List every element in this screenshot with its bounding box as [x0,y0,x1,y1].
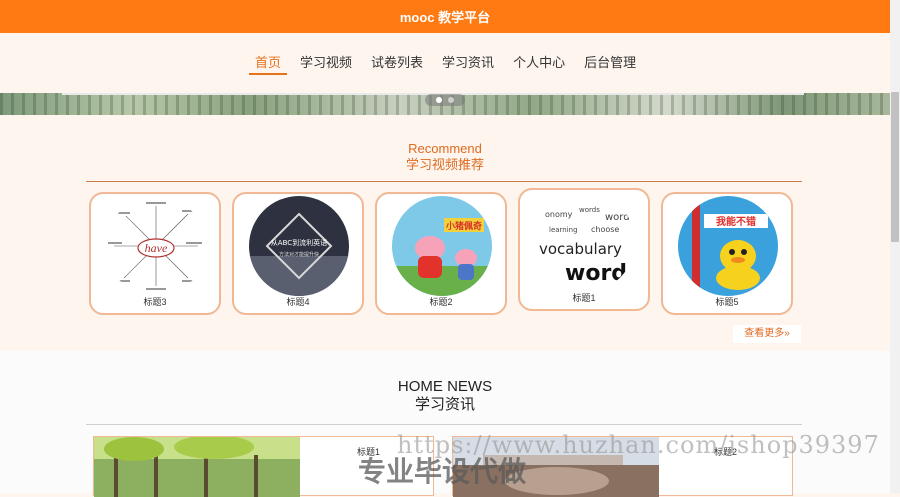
nav-item-videos[interactable]: 学习视频 [294,54,358,73]
carousel-dot-1[interactable] [436,97,442,103]
view-more-button[interactable]: 查看更多» [733,325,801,343]
thumbnail-text-abc: 从ABC到流利英语 [271,238,327,247]
video-card[interactable]: 从ABC到流利英语 方法对才能提升快 标题4 [232,192,364,315]
svg-text:word: word [605,212,630,223]
thumbnail-subtext: 方法对才能提升快 [279,251,319,258]
video-thumbnail-english: 从ABC到流利英语 方法对才能提升快 [249,196,349,296]
watermark-text: 专业毕设代做 [358,456,527,487]
video-card-title: 标题3 [143,297,167,307]
nav-bar: 首页 学习视频 试卷列表 学习资讯 个人中心 后台管理 [0,33,890,93]
svg-text:words: words [579,206,600,214]
nav-item-profile[interactable]: 个人中心 [507,54,571,73]
news-image-trees [94,437,300,497]
video-card-title: 标题1 [572,293,596,303]
scrollbar-thumb[interactable] [891,92,899,242]
news-title-en: HOME NEWS [397,378,493,395]
recommend-title-cn: 学习视频推荐 [405,157,484,172]
svg-text:learning: learning [549,226,578,234]
video-card[interactable]: have 标题3 [89,192,221,315]
thumbnail-text-peppa: 小猪佩奇 [445,220,482,232]
news-divider [86,424,802,425]
svg-text:onomy: onomy [545,210,573,219]
nav-item-news[interactable]: 学习资讯 [436,54,500,73]
nav-item-home[interactable]: 首页 [249,54,288,75]
video-card-title: 标题5 [715,297,739,307]
thumbnail-text-vocabulary: vocabulary [539,240,622,258]
video-thumbnail-duck: 我能不错 [678,196,778,296]
thumbnail-text-duck: 我能不错 [716,215,756,228]
recommend-title-en: Recommend [408,141,482,156]
video-thumbnail-mindmap: have [106,196,206,296]
video-card[interactable]: onomy words word learning choose vocabular… [518,188,650,311]
video-card-title: 标题2 [429,297,453,307]
recommend-heading: Recommend 学习视频推荐 [0,141,890,174]
video-card-title: 标题4 [286,297,310,307]
header-bar: mooc 教学平台 [0,0,890,33]
scrollbar[interactable] [890,0,900,493]
video-thumbnail-peppa: 小猪佩奇 [392,196,492,296]
svg-text:choose: choose [591,225,619,234]
news-title-cn: 学习资讯 [414,396,475,413]
thumbnail-text-have: have [145,241,168,255]
carousel-dots [425,94,465,106]
nav-item-admin[interactable]: 后台管理 [578,54,642,73]
main-nav: 首页 学习视频 试卷列表 学习资讯 个人中心 后台管理 [249,54,649,75]
video-card[interactable]: 小猪佩奇 标题2 [375,192,507,315]
carousel-dot-2[interactable] [448,97,454,103]
thumbnail-text-word: word [565,261,627,286]
nav-item-exams[interactable]: 试卷列表 [365,54,429,73]
video-card[interactable]: 我能不错 标题5 [661,192,793,315]
app-title: mooc 教学平台 [399,10,491,25]
recommend-divider [86,181,802,182]
news-heading: HOME NEWS 学习资讯 [0,378,890,415]
video-thumbnail-vocabulary: onomy words word learning choose vocabular… [535,192,635,292]
